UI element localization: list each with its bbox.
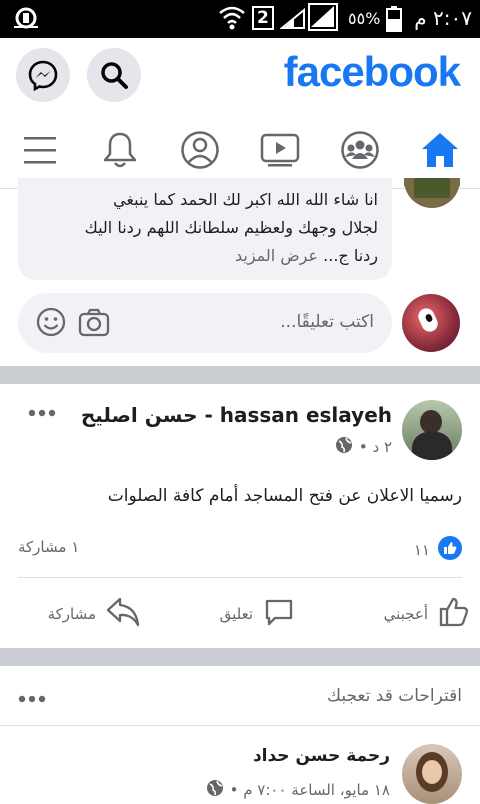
comment-text-truncated: ردنا ج... [323, 246, 378, 265]
actions-divider [18, 577, 462, 578]
post-author-name[interactable]: حسن اصليح - hassan eslayeh [81, 403, 392, 427]
bell-icon [103, 132, 137, 168]
emoji-icon[interactable] [36, 307, 66, 341]
likes-count: ١١ [413, 541, 430, 559]
suggestions-title: اقتراحات قد تعجبك [327, 686, 462, 706]
more-dots-icon [28, 409, 56, 417]
feed-divider-2 [0, 648, 480, 666]
facebook-logo[interactable]: facebook [284, 48, 461, 96]
comment-input[interactable]: اكتب تعليقًا... [18, 293, 392, 353]
post-meta: ٢ د • [335, 436, 392, 458]
post-author-avatar[interactable] [402, 400, 462, 460]
suggested-person-avatar[interactable] [402, 744, 462, 804]
tab-menu[interactable] [10, 112, 70, 188]
commenter-avatar[interactable] [404, 178, 460, 208]
comment-text-line3: ردنا ج... عرض المزيد [235, 246, 378, 265]
like-label: أعجبني [383, 605, 428, 623]
suggested-post-meta: ١٨ مايو، الساعة ٧:٠٠ م • [206, 779, 390, 801]
thumbs-up-icon [438, 596, 470, 632]
battery-icon [386, 6, 402, 37]
reactions-summary[interactable]: ١١ [414, 536, 462, 564]
signal-icon [279, 7, 306, 35]
post-time: ٢ د • [358, 438, 392, 456]
sim-indicator: 2 [252, 6, 274, 30]
tab-watch[interactable] [250, 112, 310, 188]
app-header: facebook [0, 38, 480, 112]
groups-icon [341, 131, 379, 169]
clock: ٢:٠٧ م [414, 6, 472, 30]
like-reaction-icon [438, 536, 462, 564]
camera-icon[interactable] [78, 307, 110, 341]
watch-icon [260, 133, 300, 167]
comment-icon [263, 596, 295, 632]
menu-icon [24, 137, 56, 164]
share-icon [106, 596, 140, 632]
signal-icon-2 [308, 3, 338, 31]
comment-text-line1: انا شاء الله الله اكبر لك الحمد كما ينبغ… [113, 190, 378, 209]
globe-icon [206, 779, 224, 801]
profile-icon [181, 131, 219, 169]
tab-home[interactable] [410, 112, 470, 188]
my-avatar[interactable] [402, 294, 460, 352]
sync-icon [12, 7, 40, 34]
feed-divider [0, 366, 480, 384]
tab-notifications[interactable] [90, 112, 150, 188]
more-dots-icon [18, 695, 46, 703]
suggested-post-time: ١٨ مايو، الساعة ٧:٠٠ م • [229, 781, 390, 799]
see-more-link[interactable]: عرض المزيد [235, 246, 318, 265]
status-bar: 2 ٥٥% ٢:٠٧ م [0, 0, 480, 38]
tab-groups[interactable] [330, 112, 390, 188]
post-text: رسميا الاعلان عن فتح المساجد أمام كافة ا… [107, 486, 462, 506]
comment-label: تعليق [219, 605, 253, 623]
wifi-icon [218, 5, 246, 36]
home-icon [422, 133, 458, 167]
suggestions-options-button[interactable] [18, 690, 46, 709]
tab-profile[interactable] [170, 112, 230, 188]
share-button[interactable]: مشاركة [30, 594, 140, 634]
search-icon [101, 62, 128, 89]
shares-count[interactable]: ١ مشاركة [18, 538, 79, 556]
comment-button[interactable]: تعليق [195, 594, 295, 634]
share-label: مشاركة [47, 605, 96, 623]
messenger-button[interactable] [16, 48, 70, 102]
comment-bubble: انا شاء الله الله اكبر لك الحمد كما ينبغ… [18, 178, 392, 280]
comment-text-line2: لجلال وجهك ولعظيم سلطانك اللهم ردنا اليك [84, 218, 378, 237]
like-button[interactable]: أعجبني [340, 594, 470, 634]
post-options-button[interactable] [28, 404, 56, 423]
globe-icon [335, 436, 353, 458]
messenger-icon [28, 60, 58, 91]
suggestions-divider [0, 725, 480, 726]
suggested-person-name[interactable]: رحمة حسن حداد [253, 746, 390, 766]
comment-input-placeholder: اكتب تعليقًا... [280, 312, 374, 332]
search-button[interactable] [87, 48, 141, 102]
battery-percent: ٥٥% [348, 9, 381, 28]
